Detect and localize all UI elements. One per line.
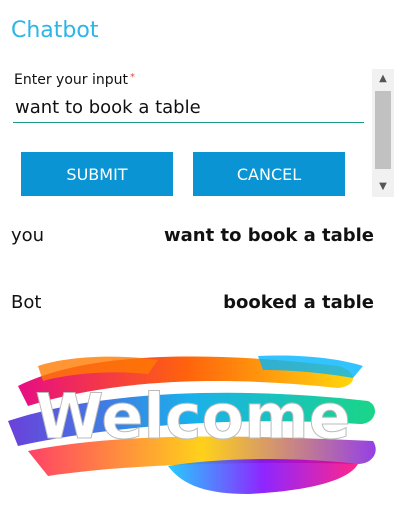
required-mark: * bbox=[129, 72, 135, 83]
chat-input[interactable] bbox=[13, 92, 364, 123]
message-text: booked a table bbox=[223, 292, 374, 313]
scrollbar[interactable]: ▲ ▼ bbox=[372, 69, 394, 197]
scroll-down-arrow-icon[interactable]: ▼ bbox=[372, 177, 394, 197]
app-title: Chatbot bbox=[11, 18, 99, 43]
welcome-text: Welcome bbox=[35, 380, 350, 453]
welcome-banner-image: Welcome bbox=[8, 355, 376, 494]
message-row-user: you want to book a table bbox=[11, 225, 374, 255]
input-form: Enter your input* SUBMIT CANCEL bbox=[0, 66, 394, 198]
input-label: Enter your input * bbox=[14, 72, 135, 88]
scroll-thumb[interactable] bbox=[375, 91, 391, 169]
scroll-up-arrow-icon[interactable]: ▲ bbox=[372, 69, 394, 89]
message-sender: you bbox=[11, 225, 45, 246]
message-row-bot: Bot booked a table bbox=[11, 292, 374, 322]
message-sender: Bot bbox=[11, 292, 42, 313]
message-text: want to book a table bbox=[164, 225, 374, 246]
input-label-text: Enter your input bbox=[14, 72, 128, 88]
cancel-button[interactable]: CANCEL bbox=[193, 152, 345, 196]
submit-button[interactable]: SUBMIT bbox=[21, 152, 173, 196]
